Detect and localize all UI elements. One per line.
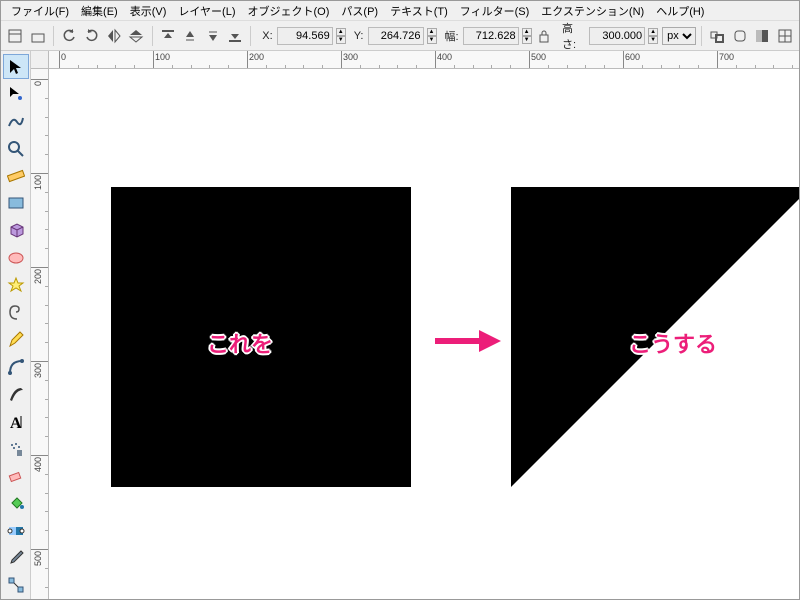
tool-ellipse[interactable] — [3, 245, 29, 270]
toolbox: A — [1, 51, 31, 599]
menu-filter[interactable]: フィルター(S) — [454, 1, 535, 21]
tool-spray[interactable] — [3, 436, 29, 461]
tool-text[interactable]: A — [3, 409, 29, 434]
ruler-horizontal[interactable]: 0100200300400500600700800 — [49, 51, 799, 69]
tool-connector[interactable] — [3, 573, 29, 598]
menu-extensions[interactable]: エクステンション(N) — [535, 1, 650, 21]
tool-zoom[interactable] — [3, 136, 29, 161]
y-spinner[interactable]: ▲▼ — [427, 28, 437, 44]
flip-h-icon[interactable] — [104, 25, 124, 47]
separator — [250, 26, 251, 46]
rotate-ccw-icon[interactable] — [59, 25, 79, 47]
tool-dropper[interactable] — [3, 545, 29, 570]
transform-scale-corners-icon[interactable] — [730, 25, 750, 47]
raise-to-top-icon[interactable] — [158, 25, 178, 47]
tool-pencil[interactable] — [3, 327, 29, 352]
lock-aspect-icon[interactable] — [534, 25, 554, 47]
canvas-area: 0100200300400500600700800 01002003004005… — [31, 51, 799, 599]
menu-path[interactable]: パス(P) — [335, 1, 384, 21]
width-input[interactable] — [463, 27, 519, 45]
canvas[interactable]: これを こうする — [49, 69, 799, 599]
tool-3dbox[interactable] — [3, 218, 29, 243]
workspace: A 0100200300400500600700800 010020030040… — [1, 51, 799, 599]
tool-measure[interactable] — [3, 163, 29, 188]
width-label: 幅: — [445, 28, 459, 44]
tool-spiral[interactable] — [3, 300, 29, 325]
arrow-icon — [433, 327, 503, 355]
flip-v-icon[interactable] — [126, 25, 146, 47]
transform-gradient-icon[interactable] — [752, 25, 772, 47]
tool-bezier[interactable] — [3, 354, 29, 379]
toolbar-btn-1[interactable] — [5, 25, 25, 47]
tool-paint-bucket[interactable] — [3, 491, 29, 516]
height-spinner[interactable]: ▲▼ — [648, 28, 658, 44]
x-input[interactable] — [277, 27, 333, 45]
tool-eraser[interactable] — [3, 463, 29, 488]
separator — [152, 26, 153, 46]
transform-scale-stroke-icon[interactable] — [707, 25, 727, 47]
x-label: X: — [262, 30, 272, 42]
tool-tweak[interactable] — [3, 109, 29, 134]
tool-node-editor[interactable] — [3, 81, 29, 106]
transform-pattern-icon[interactable] — [774, 25, 794, 47]
menu-help[interactable]: ヘルプ(H) — [650, 1, 710, 21]
annotation-left: これを — [207, 327, 273, 359]
toolbar: X: ▲▼ Y: ▲▼ 幅: ▲▼ 高さ: ▲▼ px — [1, 21, 799, 51]
menu-file[interactable]: ファイル(F) — [5, 1, 75, 21]
separator — [701, 26, 702, 46]
menu-text[interactable]: テキスト(T) — [384, 1, 454, 21]
annotation-right: こうする — [629, 327, 717, 359]
unit-select[interactable]: px — [662, 27, 696, 45]
y-label: Y: — [354, 30, 364, 42]
height-input[interactable] — [589, 27, 645, 45]
width-spinner[interactable]: ▲▼ — [522, 28, 532, 44]
rotate-cw-icon[interactable] — [81, 25, 101, 47]
svg-text:A: A — [10, 415, 22, 431]
lower-to-bottom-icon[interactable] — [225, 25, 245, 47]
menu-layer[interactable]: レイヤー(L) — [172, 1, 241, 21]
height-label: 高さ: — [562, 20, 585, 52]
tool-selector[interactable] — [3, 54, 29, 79]
menu-edit[interactable]: 編集(E) — [75, 1, 124, 21]
menu-object[interactable]: オブジェクト(O) — [242, 1, 336, 21]
tool-rectangle[interactable] — [3, 190, 29, 215]
tool-calligraphy[interactable] — [3, 382, 29, 407]
ruler-vertical[interactable]: 0100200300400500600 — [31, 69, 49, 599]
toolbar-btn-2[interactable] — [27, 25, 47, 47]
separator — [53, 26, 54, 46]
raise-icon[interactable] — [180, 25, 200, 47]
menu-bar: ファイル(F) 編集(E) 表示(V) レイヤー(L) オブジェクト(O) パス… — [1, 1, 799, 21]
x-spinner[interactable]: ▲▼ — [336, 28, 346, 44]
ruler-corner — [31, 51, 49, 69]
menu-view[interactable]: 表示(V) — [124, 1, 173, 21]
y-input[interactable] — [368, 27, 424, 45]
tool-star[interactable] — [3, 272, 29, 297]
tool-gradient[interactable] — [3, 518, 29, 543]
lower-icon[interactable] — [202, 25, 222, 47]
